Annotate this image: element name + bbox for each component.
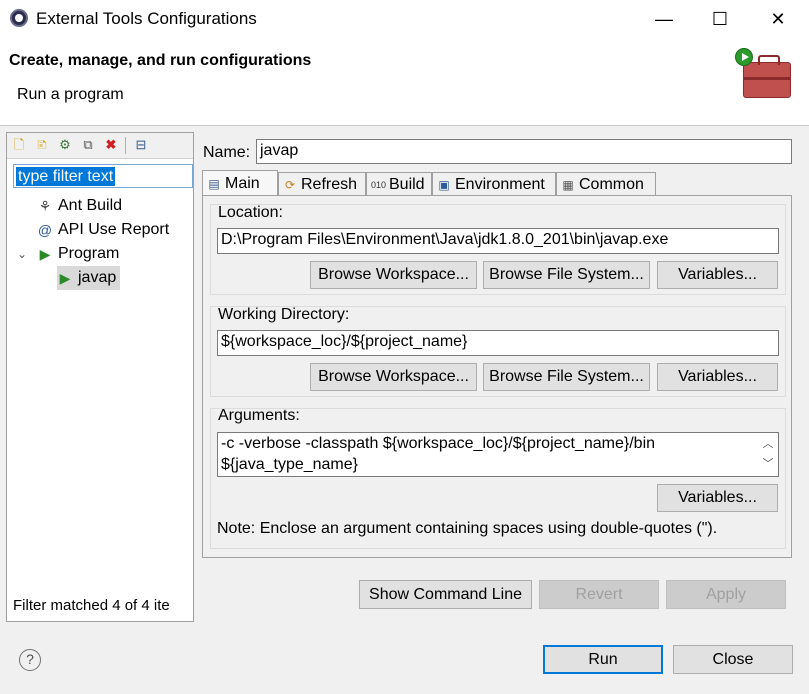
run-button[interactable]: Run <box>543 645 663 674</box>
tree-item-program[interactable]: ⌄ ▶ Program <box>17 242 119 266</box>
minimize-button[interactable]: — <box>636 0 692 38</box>
ant-icon: ⚘ <box>38 198 52 214</box>
close-window-button[interactable]: ✕ <box>750 0 806 38</box>
dialog-header: Create, manage, and run configurations R… <box>0 38 809 126</box>
location-label: Location: <box>218 204 283 221</box>
tree-item-label: API Use Report <box>58 221 170 238</box>
tab-main[interactable]: ▤ Main <box>202 170 278 197</box>
working-directory-variables-button[interactable]: Variables... <box>657 363 778 391</box>
refresh-icon: ⟳ <box>284 177 296 192</box>
browse-file-system-button[interactable]: Browse File System... <box>483 261 650 289</box>
toolbox-icon <box>743 55 791 98</box>
arguments-line-2: ${java_type_name} <box>221 456 358 473</box>
close-button[interactable]: Close <box>673 645 793 674</box>
name-label: Name: <box>203 144 251 161</box>
tree-item-javap[interactable]: ▶ javap <box>57 266 121 290</box>
program-config-icon: ▶ <box>59 270 71 286</box>
browse-workspace-button[interactable]: Browse Workspace... <box>310 261 477 289</box>
tree-item-api-use-report[interactable]: @ API Use Report <box>37 218 169 242</box>
delete-icon[interactable]: ✖ <box>103 137 119 153</box>
tab-label: Common <box>579 175 644 193</box>
revert-button[interactable]: Revert <box>539 580 659 609</box>
name-field[interactable]: javap <box>256 139 792 164</box>
collapse-all-icon[interactable]: ⊟ <box>133 137 149 153</box>
arguments-note: Note: Enclose an argument containing spa… <box>217 520 718 537</box>
tab-common[interactable]: ▦ Common <box>556 172 656 196</box>
configuration-tree-panel: 🗋 🗈 ⚙ ⧉ ✖ ⊟ type filter text ⚘ Ant Build… <box>6 132 194 622</box>
duplicate-icon[interactable]: ⧉ <box>80 137 96 153</box>
tree-item-ant-build[interactable]: ⚘ Ant Build <box>37 194 122 218</box>
filter-placeholder: type filter text <box>16 167 116 186</box>
new-config-icon[interactable]: 🗋 <box>11 137 27 153</box>
arguments-textarea[interactable]: -c -verbose -classpath ${workspace_loc}/… <box>217 432 779 477</box>
main-tab-icon: ▤ <box>208 177 220 191</box>
tab-label: Refresh <box>301 175 358 193</box>
tab-label: Build <box>389 175 425 193</box>
filter-input[interactable]: type filter text <box>13 164 193 188</box>
run-badge-icon <box>735 48 753 66</box>
tree-toolbar: 🗋 🗈 ⚙ ⧉ ✖ ⊟ <box>7 133 193 159</box>
scroll-up-icon[interactable]: ︿ <box>761 437 775 451</box>
export-icon[interactable]: ⚙ <box>57 137 73 153</box>
window-title: External Tools Configurations <box>36 9 257 28</box>
title-bar: External Tools Configurations — ☐ ✕ <box>0 0 809 38</box>
common-icon: ▦ <box>562 177 574 192</box>
browse-workspace-button[interactable]: Browse Workspace... <box>310 363 477 391</box>
environment-icon: ▣ <box>438 177 450 192</box>
tab-refresh[interactable]: ⟳ Refresh <box>278 172 366 196</box>
tab-label: Environment <box>455 175 545 193</box>
working-directory-field[interactable]: ${workspace_loc}/${project_name} <box>217 330 779 356</box>
working-directory-label: Working Directory: <box>218 306 350 323</box>
build-icon: 010 <box>371 179 387 190</box>
apply-button[interactable]: Apply <box>666 580 786 609</box>
arguments-variables-button[interactable]: Variables... <box>657 484 778 512</box>
filter-status: Filter matched 4 of 4 ite <box>13 597 170 614</box>
tree-item-label: javap <box>78 269 117 286</box>
scroll-down-icon[interactable]: ﹀ <box>761 457 775 471</box>
help-icon[interactable]: ? <box>19 649 41 671</box>
new-prototype-icon[interactable]: 🗈 <box>34 137 50 153</box>
arguments-label: Arguments: <box>218 407 300 424</box>
program-icon: ▶ <box>39 246 51 262</box>
tab-label: Main <box>225 175 260 192</box>
tree-item-label: Program <box>58 245 120 262</box>
browse-file-system-button[interactable]: Browse File System... <box>483 363 650 391</box>
tab-build[interactable]: 010 Build <box>366 172 432 196</box>
eclipse-icon <box>10 9 28 27</box>
tree-item-label: Ant Build <box>58 197 123 214</box>
location-variables-button[interactable]: Variables... <box>657 261 778 289</box>
maximize-button[interactable]: ☐ <box>692 0 748 38</box>
show-command-line-button[interactable]: Show Command Line <box>359 580 532 609</box>
tab-environment[interactable]: ▣ Environment <box>432 172 556 196</box>
main-tab-panel: Location: D:\Program Files\Environment\J… <box>202 195 792 558</box>
header-subtitle: Run a program <box>17 86 124 103</box>
toolbar-separator <box>125 137 126 154</box>
chevron-down-icon[interactable]: ⌄ <box>17 242 31 266</box>
header-title: Create, manage, and run configurations <box>9 52 312 69</box>
location-field[interactable]: D:\Program Files\Environment\Java\jdk1.8… <box>217 228 779 254</box>
arguments-line-1: -c -verbose -classpath ${workspace_loc}/… <box>221 435 656 452</box>
api-report-icon: @ <box>37 222 53 238</box>
